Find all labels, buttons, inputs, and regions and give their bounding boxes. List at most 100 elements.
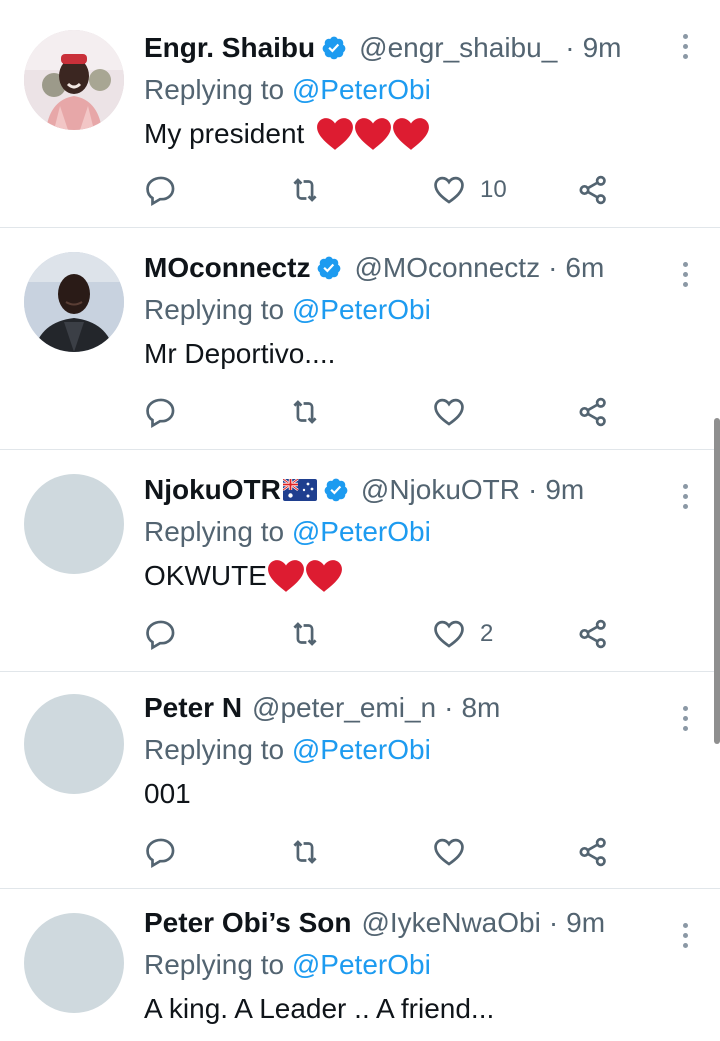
red-heart-emoji-icon	[355, 118, 392, 150]
like-icon	[434, 838, 464, 866]
reply-button[interactable]	[144, 614, 178, 654]
handle[interactable]: @IykeNwaObi	[361, 903, 540, 943]
like-button[interactable]	[432, 392, 466, 432]
reply-button[interactable]	[144, 832, 178, 872]
retweet-icon	[293, 840, 317, 864]
avatar[interactable]	[24, 694, 124, 794]
more-icon[interactable]	[682, 706, 690, 734]
avatar[interactable]	[24, 252, 124, 352]
separator: ·	[528, 474, 538, 505]
tweet-text: OKWUTE	[144, 554, 670, 598]
tweet[interactable]: NjokuOTR @NjokuOTR · 9m Replying to @Pet	[0, 450, 720, 672]
share-icon	[579, 175, 606, 205]
tweet-actions	[144, 832, 624, 872]
timestamp[interactable]: 9m	[583, 28, 622, 68]
timestamp[interactable]: 6m	[565, 248, 604, 288]
more-icon[interactable]	[682, 484, 690, 512]
more-icon[interactable]	[682, 34, 690, 62]
red-heart-emoji-icon	[267, 560, 304, 592]
handle[interactable]: @peter_emi_n	[252, 688, 436, 728]
separator: ·	[548, 252, 558, 283]
timestamp[interactable]: 9m	[566, 903, 605, 943]
more-icon[interactable]	[682, 262, 690, 290]
replying-prefix: Replying to	[144, 294, 285, 325]
verified-badge-icon	[324, 478, 348, 502]
verified-badge-icon	[318, 256, 341, 280]
display-name[interactable]: Peter Obi’s Son	[144, 903, 351, 943]
share-icon	[579, 837, 606, 867]
tweet-text: A king. A Leader .. A friend...	[144, 987, 670, 1031]
timestamp[interactable]: 9m	[545, 470, 584, 510]
retweet-icon	[293, 178, 317, 202]
replying-prefix: Replying to	[144, 516, 285, 547]
mention-link[interactable]: @PeterObi	[292, 294, 431, 325]
like-count: 10	[480, 176, 507, 203]
retweet-icon	[293, 622, 317, 646]
like-button[interactable]	[432, 832, 466, 872]
verified-badge-icon	[322, 36, 346, 60]
reply-icon	[146, 398, 175, 428]
tweet-text-body: 001	[144, 778, 191, 809]
retweet-button[interactable]	[288, 170, 322, 210]
share-button[interactable]	[576, 392, 610, 432]
like-icon	[434, 398, 464, 426]
share-button[interactable]	[576, 614, 610, 654]
scrollbar[interactable]	[714, 418, 720, 744]
handle[interactable]: @MOconnectz	[354, 248, 540, 288]
tweet-text: My president	[144, 112, 670, 156]
avatar-photo-icon	[24, 252, 124, 352]
replying-to: Replying to @PeterObi	[144, 728, 670, 772]
share-button[interactable]	[576, 170, 610, 210]
avatar-photo-icon	[24, 30, 124, 130]
retweet-button[interactable]	[288, 392, 322, 432]
replying-to: Replying to @PeterObi	[144, 943, 670, 987]
like-button[interactable]: 2	[432, 614, 493, 654]
tweet-text-body: OKWUTE	[144, 560, 267, 591]
display-name[interactable]: Engr. Shaibu	[144, 28, 315, 68]
red-heart-emoji-icon	[305, 560, 342, 592]
tweet[interactable]: MOconnectz @MOconnectz · 6m Replying to …	[0, 228, 720, 450]
reply-icon	[146, 838, 175, 868]
red-heart-emoji-icon	[317, 118, 354, 150]
mention-link[interactable]: @PeterObi	[292, 516, 431, 547]
tweet-actions: 2	[144, 614, 624, 654]
tweet-text-body: A king. A Leader .. A friend...	[144, 993, 495, 1024]
avatar[interactable]	[24, 30, 124, 130]
tweet-text: Mr Deportivo....	[144, 332, 670, 376]
separator: ·	[444, 692, 454, 723]
reply-icon	[146, 176, 175, 206]
tweet[interactable]: Engr. Shaibu @engr_shaibu_ · 9m Replying…	[0, 0, 720, 228]
tweet[interactable]: Peter Obi’s Son @IykeNwaObi · 9m Replyin…	[0, 889, 720, 1041]
replying-prefix: Replying to	[144, 949, 285, 980]
display-name[interactable]: Peter N	[144, 688, 242, 728]
replying-prefix: Replying to	[144, 74, 285, 105]
reply-button[interactable]	[144, 170, 178, 210]
retweet-button[interactable]	[288, 614, 322, 654]
replying-to: Replying to @PeterObi	[144, 68, 670, 112]
share-button[interactable]	[576, 832, 610, 872]
tweet-actions: 10	[144, 170, 624, 210]
like-button[interactable]: 10	[432, 170, 507, 210]
display-name[interactable]: MOconnectz	[144, 248, 310, 288]
mention-link[interactable]: @PeterObi	[292, 74, 431, 105]
handle[interactable]: @NjokuOTR	[361, 470, 520, 510]
australia-flag-icon	[282, 479, 317, 501]
handle[interactable]: @engr_shaibu_	[359, 28, 557, 68]
tweet[interactable]: Peter N @peter_emi_n · 8m Replying to @P…	[0, 672, 720, 889]
avatar[interactable]	[24, 913, 124, 1013]
mention-link[interactable]: @PeterObi	[292, 734, 431, 765]
replying-to: Replying to @PeterObi	[144, 288, 670, 332]
retweet-icon	[293, 400, 317, 424]
like-count: 2	[480, 620, 494, 647]
tweet-text: 001	[144, 772, 670, 816]
retweet-button[interactable]	[288, 832, 322, 872]
avatar[interactable]	[24, 474, 124, 574]
replying-prefix: Replying to	[144, 734, 285, 765]
display-name[interactable]: NjokuOTR	[144, 470, 281, 510]
tweet-actions	[144, 392, 624, 432]
mention-link[interactable]: @PeterObi	[292, 949, 431, 980]
timestamp[interactable]: 8m	[461, 688, 500, 728]
more-icon[interactable]	[682, 923, 690, 951]
share-icon	[579, 619, 606, 649]
reply-button[interactable]	[144, 392, 178, 432]
